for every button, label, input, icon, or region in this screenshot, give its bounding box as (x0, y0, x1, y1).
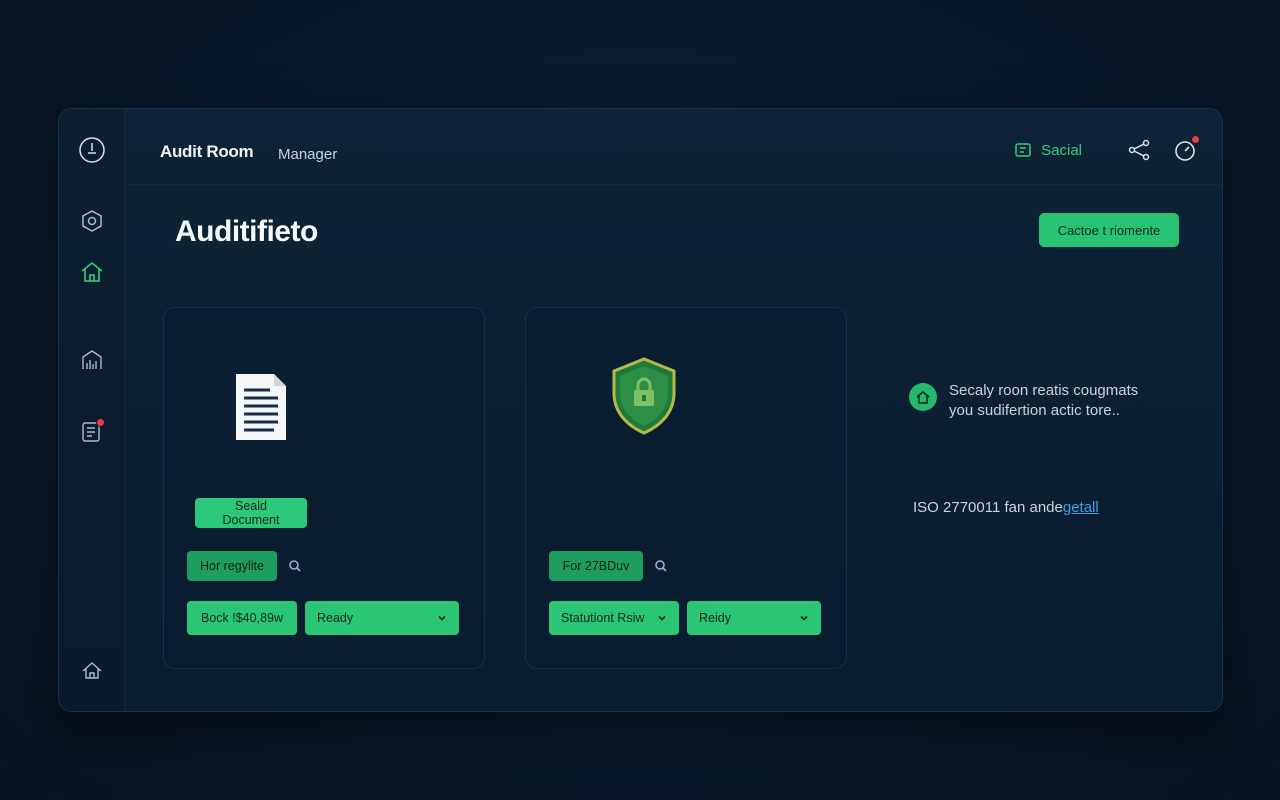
seal-document-button[interactable]: Seald Document (195, 498, 307, 528)
social-link[interactable]: Sacial (1013, 140, 1082, 160)
info-text: Secaly roon reatis cougmats you sudifert… (949, 381, 1169, 421)
app-subtitle: Manager (278, 146, 338, 163)
top-bar: Audit Room Manager Sacial (125, 109, 1222, 185)
document-card: Seald Document Hor regylite Bock !$40,89… (163, 307, 485, 669)
notifications-icon[interactable] (1172, 135, 1200, 163)
home-outline-icon[interactable] (77, 655, 107, 685)
home-badge-icon (909, 383, 937, 411)
social-icon (1015, 143, 1031, 157)
page-title: Auditifieto (175, 215, 318, 248)
documents-icon[interactable] (77, 416, 107, 446)
clock-icon[interactable] (77, 135, 107, 165)
tag-button[interactable]: Hor regylite (187, 551, 277, 581)
iso-text: ISO 2770011 fan ande (913, 499, 1063, 516)
notification-badge (96, 418, 105, 427)
sidebar (59, 109, 125, 711)
document-icon (236, 374, 286, 440)
iso-line: ISO 2770011 fan andegetall (913, 499, 1099, 516)
top-actions: Sacial (1013, 135, 1200, 163)
search-icon[interactable] (653, 558, 669, 574)
info-line-2: you sudifertion actic tore.. (949, 402, 1120, 419)
social-label: Sacial (1041, 141, 1082, 159)
chevron-down-icon (658, 615, 666, 621)
chevron-down-icon (438, 615, 446, 621)
iso-details-link[interactable]: getall (1063, 499, 1099, 516)
security-card: For 27BDuv Statutiont Rsiw Reidy (525, 307, 847, 669)
app-window: Audit Room Manager Sacial Auditifieto Ca… (58, 108, 1223, 712)
info-line-1: Secaly roon reatis cougmats (949, 382, 1139, 399)
search-icon[interactable] (287, 558, 303, 574)
action-select[interactable]: Statutiont Rsiw (549, 601, 679, 635)
status-select-value: Ready (317, 611, 354, 625)
status-select[interactable]: Reidy (687, 601, 821, 635)
home-icon[interactable] (77, 257, 107, 287)
status-select-value: Reidy (699, 611, 731, 625)
app-title: Audit Room (160, 142, 254, 161)
tag-button[interactable]: For 27BDuv (549, 551, 643, 581)
settings-hex-icon[interactable] (77, 206, 107, 236)
info-panel: Secaly roon reatis cougmats you sudifert… (909, 381, 1169, 421)
primary-action-button[interactable]: Cactoe t riomente (1039, 213, 1179, 247)
action-button[interactable]: Bock !$40,89w (187, 601, 297, 635)
share-icon[interactable] (1126, 137, 1152, 163)
action-select-value: Statutiont Rsiw (561, 611, 645, 625)
shield-lock-icon (612, 357, 676, 435)
notification-dot (1191, 135, 1200, 144)
chevron-down-icon (800, 615, 808, 621)
analytics-icon[interactable] (77, 345, 107, 375)
status-select[interactable]: Ready (305, 601, 459, 635)
